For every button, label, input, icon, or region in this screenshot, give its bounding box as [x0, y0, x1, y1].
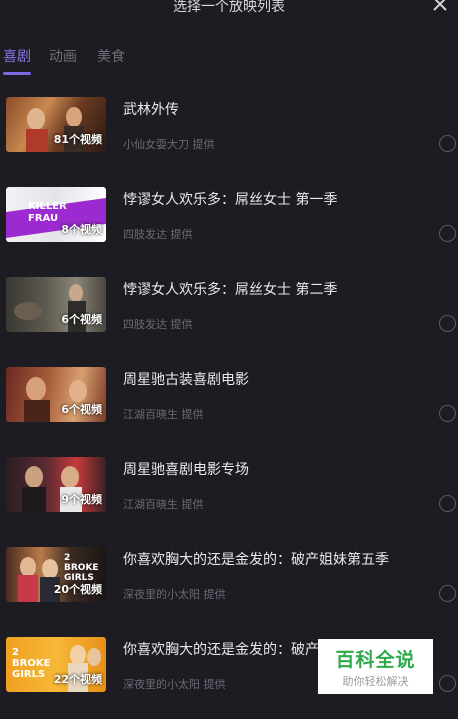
- playlist-title: 你喜欢胸大的还是金发的：破产姐妹第五季: [123, 552, 389, 568]
- close-button[interactable]: [430, 0, 450, 14]
- watermark-subtitle: 助你轻松解决: [342, 674, 409, 688]
- playlist-provider: 江湖百晓生 提供: [123, 408, 204, 421]
- category-tabs: 喜剧 动画 美食: [0, 46, 458, 78]
- video-count: 9个视频: [61, 493, 102, 506]
- thumbnail-caption: 2 BROKE GIRLS: [12, 647, 51, 680]
- thumbnail-caption: 2 BROKE GIRLS: [64, 553, 99, 583]
- list-item[interactable]: 6个视频 悖谬女人欢乐多：屌丝女士 第二季 四肢发达 提供: [0, 270, 458, 360]
- playlist-thumbnail: KILLER FRAU 8个视频: [6, 187, 106, 242]
- watermark-title: 百科全说: [335, 648, 416, 671]
- select-radio[interactable]: [439, 585, 456, 602]
- playlist-title: 周星驰古装喜剧电影: [123, 372, 249, 388]
- header: 选择一个放映列表: [0, 0, 458, 16]
- video-count: 8个视频: [61, 223, 102, 236]
- list-item[interactable]: 6个视频 周星驰古装喜剧电影 江湖百晓生 提供: [0, 360, 458, 450]
- list-item[interactable]: 2 BROKE GIRLS 20个视频 你喜欢胸大的还是金发的：破产姐妹第五季 …: [0, 540, 458, 630]
- playlist-provider: 江湖百晓生 提供: [123, 498, 204, 511]
- playlist-title: 你喜欢胸大的还是金发的：破产: [123, 642, 319, 658]
- playlist-thumbnail: 9个视频: [6, 457, 106, 512]
- video-count: 6个视频: [61, 403, 102, 416]
- video-count: 6个视频: [61, 313, 102, 326]
- playlist-thumbnail: 81个视频: [6, 97, 106, 152]
- video-count: 22个视频: [53, 673, 102, 686]
- playlist-title: 周星驰喜剧电影专场: [123, 462, 249, 478]
- tab-comedy[interactable]: 喜剧: [3, 46, 31, 76]
- playlist-provider: 四肢发达 提供: [123, 228, 193, 241]
- playlist-title: 悖谬女人欢乐多：屌丝女士 第一季: [123, 192, 338, 208]
- select-radio[interactable]: [439, 495, 456, 512]
- select-radio[interactable]: [439, 405, 456, 422]
- close-icon: [433, 0, 447, 11]
- playlist-provider: 深夜里的小太阳 提供: [123, 588, 226, 601]
- list-item[interactable]: 9个视频 周星驰喜剧电影专场 江湖百晓生 提供: [0, 450, 458, 540]
- select-radio[interactable]: [439, 225, 456, 242]
- list-item[interactable]: 81个视频 武林外传 小仙女耍大刀 提供: [0, 90, 458, 180]
- playlist-thumbnail: 2 BROKE GIRLS 20个视频: [6, 547, 106, 602]
- tab-animation[interactable]: 动画: [49, 46, 77, 76]
- playlist-title: 武林外传: [123, 102, 179, 118]
- tab-food[interactable]: 美食: [97, 46, 125, 76]
- playlist-thumbnail: 2 BROKE GIRLS 22个视频: [6, 637, 106, 692]
- playlist-provider: 深夜里的小太阳 提供: [123, 678, 226, 691]
- select-radio[interactable]: [439, 315, 456, 332]
- playlist-thumbnail: 6个视频: [6, 367, 106, 422]
- video-count: 81个视频: [53, 133, 102, 146]
- playlist-title: 悖谬女人欢乐多：屌丝女士 第二季: [123, 282, 338, 298]
- watermark-logo: 百科全说 助你轻松解决: [318, 639, 433, 694]
- page-title: 选择一个放映列表: [173, 0, 285, 15]
- select-radio[interactable]: [439, 675, 456, 692]
- list-item[interactable]: KILLER FRAU 8个视频 悖谬女人欢乐多：屌丝女士 第一季 四肢发达 提…: [0, 180, 458, 270]
- playlist-provider: 小仙女耍大刀 提供: [123, 138, 215, 151]
- select-radio[interactable]: [439, 135, 456, 152]
- playlist-provider: 四肢发达 提供: [123, 318, 193, 331]
- video-count: 20个视频: [53, 583, 102, 596]
- playlist-thumbnail: 6个视频: [6, 277, 106, 332]
